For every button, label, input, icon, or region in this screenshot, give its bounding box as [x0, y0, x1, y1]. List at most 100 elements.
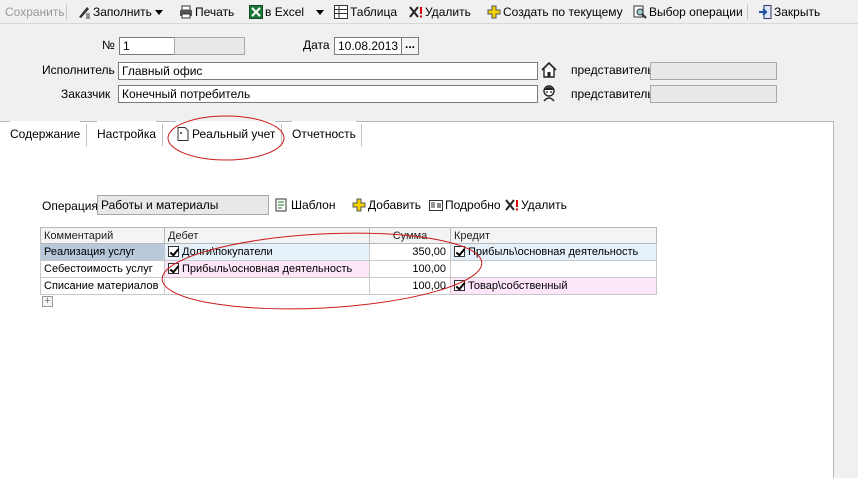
table-button[interactable]: Таблица: [334, 3, 397, 21]
delete-icon: [409, 5, 423, 19]
tab-separator: [361, 124, 362, 146]
amount-cell[interactable]: 350,00: [370, 244, 451, 261]
tab-separator: [281, 124, 282, 146]
delete-row-label: Удалить: [521, 198, 567, 212]
checkbox-checked-icon[interactable]: [168, 263, 179, 274]
chevron-down-icon: [155, 10, 163, 15]
date-picker-button[interactable]: ...: [401, 37, 419, 55]
column-header-amount[interactable]: Сумма: [370, 227, 451, 244]
credit-value: Прибыль\основная деятельность: [468, 246, 639, 258]
fill-label: Заполнить: [93, 5, 152, 19]
person-icon[interactable]: [540, 84, 558, 102]
operation-field[interactable]: Работы и материалы: [97, 195, 269, 215]
checkbox-checked-icon[interactable]: [454, 280, 465, 291]
tab-content-label: Содержание: [10, 127, 81, 141]
add-row-label: Добавить: [368, 198, 422, 212]
executor-representative-field: [650, 62, 777, 80]
tab-settings-label: Настройка: [97, 127, 157, 141]
choose-operation-button[interactable]: Выбор операции: [633, 3, 743, 21]
debit-cell[interactable]: Долги\покупатели: [165, 244, 370, 261]
tab-real-accounting[interactable]: Реальный учет: [176, 121, 276, 147]
executor-field[interactable]: Главный офис: [118, 62, 538, 80]
table-icon: [334, 5, 348, 19]
date-label: Дата: [303, 38, 330, 52]
comment-cell[interactable]: Реализация услуг: [40, 244, 165, 261]
toolbar-separator: [747, 4, 748, 20]
tab-separator: [162, 124, 163, 146]
delete-button[interactable]: Удалить: [409, 3, 471, 21]
debit-cell[interactable]: Прибыль\основная деятельность: [165, 261, 370, 278]
amount-cell[interactable]: 100,00: [370, 278, 451, 295]
credit-value: Товар\собственный: [468, 280, 568, 292]
date-field[interactable]: 10.08.2013: [334, 37, 402, 55]
customer-representative-field: [650, 85, 777, 103]
credit-cell[interactable]: [451, 261, 657, 278]
plus-icon: [352, 198, 366, 212]
table-row[interactable]: Списание материалов 100,00 Товар\собстве…: [40, 278, 657, 295]
template-label: Шаблон: [291, 198, 336, 212]
grid-header: Комментарий Дебет Сумма Кредит: [40, 227, 657, 244]
delete-label: Удалить: [425, 5, 471, 19]
customer-field[interactable]: Конечный потребитель: [118, 85, 538, 103]
representative-label-2: представитель: [571, 87, 654, 101]
template-icon: [275, 198, 289, 212]
comment-cell[interactable]: Списание материалов: [40, 278, 165, 295]
create-from-current-button[interactable]: Создать по текущему: [487, 3, 623, 21]
tab-reporting[interactable]: Отчетность: [292, 121, 356, 147]
tab-content[interactable]: Содержание: [10, 121, 81, 147]
choose-operation-label: Выбор операции: [649, 5, 743, 19]
table-row[interactable]: Реализация услуг Долги\покупатели 350,00…: [40, 244, 657, 261]
checkbox-checked-icon[interactable]: [454, 246, 465, 257]
number-field[interactable]: 1: [119, 37, 175, 55]
representative-label-1: представитель: [571, 63, 654, 77]
ellipsis-icon: ...: [404, 37, 415, 51]
tab-real-accounting-label: Реальный учет: [192, 127, 276, 141]
debit-value: Долги\покупатели: [182, 246, 273, 258]
column-header-debit[interactable]: Дебет: [165, 227, 370, 244]
tab-settings[interactable]: Настройка: [97, 121, 157, 147]
excel-label: в Excel: [265, 5, 305, 19]
excel-dropdown-button[interactable]: [316, 3, 324, 21]
table-label: Таблица: [350, 5, 398, 19]
table-row[interactable]: Себестоимость услуг Прибыль\основная дея…: [40, 261, 657, 278]
column-header-credit[interactable]: Кредит: [451, 227, 657, 244]
operation-icon: [633, 5, 647, 19]
save-label: Сохранить: [5, 5, 65, 19]
toolbar-separator: [66, 4, 67, 20]
comment-cell[interactable]: Себестоимость услуг: [40, 261, 165, 278]
add-row-plus-icon[interactable]: +: [42, 296, 53, 307]
create-from-current-label: Создать по текущему: [503, 5, 623, 19]
add-row-button[interactable]: Добавить: [352, 197, 421, 213]
document-icon: [176, 124, 190, 141]
print-button[interactable]: Печать: [179, 3, 234, 21]
plus-icon: [487, 5, 501, 19]
fill-icon: [77, 5, 91, 19]
credit-cell[interactable]: Товар\собственный: [451, 278, 657, 295]
printer-icon: [179, 5, 193, 19]
customer-label: Заказчик: [61, 87, 111, 101]
debit-cell[interactable]: [165, 278, 370, 295]
fill-button[interactable]: Заполнить: [77, 3, 152, 21]
details-icon: [429, 198, 443, 212]
template-button[interactable]: Шаблон: [275, 197, 335, 213]
delete-row-button[interactable]: Удалить: [505, 197, 567, 213]
excel-icon: [249, 5, 263, 19]
fill-dropdown-button[interactable]: [155, 3, 163, 21]
amount-cell[interactable]: 100,00: [370, 261, 451, 278]
tab-panel: [0, 121, 834, 478]
close-door-icon: [758, 5, 772, 19]
print-label: Печать: [195, 5, 235, 19]
checkbox-checked-icon[interactable]: [168, 246, 179, 257]
close-label: Закрыть: [774, 5, 821, 19]
details-button[interactable]: Подробно: [429, 197, 501, 213]
close-button[interactable]: Закрыть: [758, 3, 820, 21]
house-icon[interactable]: [540, 61, 558, 79]
number-label: №: [102, 38, 115, 52]
excel-button[interactable]: в Excel: [249, 3, 304, 21]
column-header-comment[interactable]: Комментарий: [40, 227, 165, 244]
credit-cell[interactable]: Прибыль\основная деятельность: [451, 244, 657, 261]
save-button[interactable]: Сохранить: [5, 3, 65, 21]
delete-icon: [505, 198, 519, 212]
number-suffix-field: [174, 37, 245, 55]
chevron-down-icon: [316, 10, 324, 15]
